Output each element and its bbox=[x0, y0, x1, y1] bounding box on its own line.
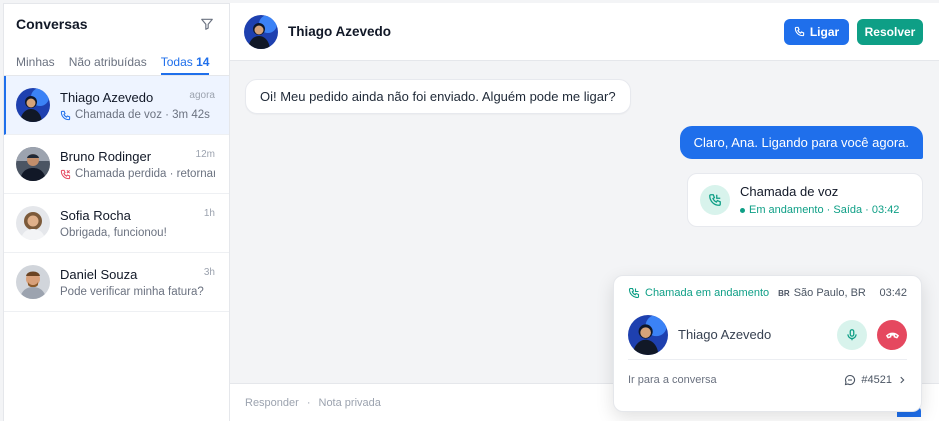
tab-minhas[interactable]: Minhas bbox=[16, 55, 55, 75]
reply-tab[interactable]: Responder bbox=[245, 397, 299, 409]
ticket-link[interactable]: #4521 bbox=[844, 374, 907, 386]
call-status: Chamada em andamento bbox=[645, 287, 770, 299]
call-contact-name: Thiago Azevedo bbox=[678, 327, 772, 342]
status-dot bbox=[740, 207, 745, 213]
active-call-widget: Chamada em andamento BR São Paulo, BR 03… bbox=[613, 275, 922, 412]
tab-todas-label: Todas bbox=[160, 55, 193, 69]
conversation-preview: Chamada de voz · 3m 42s bbox=[75, 109, 210, 121]
tab-nao-atribuidas[interactable]: Não atribuídas bbox=[69, 55, 147, 75]
conversation-tabs: Minhas Não atribuídas Todas 14 bbox=[4, 44, 229, 76]
mute-button[interactable] bbox=[837, 319, 867, 350]
conversation-header: Thiago Azevedo Ligar Resolver bbox=[230, 3, 939, 61]
tab-todas-count: 14 bbox=[196, 55, 210, 69]
avatar bbox=[16, 147, 50, 181]
avatar bbox=[244, 14, 278, 49]
call-button-label: Ligar bbox=[809, 24, 840, 39]
call-card-status: Em andamento · Saída · 03:42 bbox=[749, 204, 900, 216]
go-to-conversation-link[interactable]: Ir para a conversa bbox=[628, 374, 717, 386]
conversation-preview: Obrigada, funcionou! bbox=[60, 227, 167, 239]
microphone-icon bbox=[847, 328, 857, 340]
conversation-preview: Chamada perdida · retornar? bbox=[75, 168, 215, 180]
incoming-message: Oi! Meu pedido ainda não foi enviado. Al… bbox=[245, 79, 631, 114]
phone-icon bbox=[60, 110, 71, 120]
conversation-sidebar: Conversas Minhas Não atribuídas Todas 14… bbox=[3, 3, 230, 421]
avatar bbox=[16, 206, 50, 240]
private-note-tab[interactable]: Nota privada bbox=[319, 397, 381, 409]
hang-up-icon bbox=[885, 332, 899, 339]
conversation-name: Bruno Rodinger bbox=[60, 149, 152, 164]
avatar bbox=[628, 314, 668, 355]
call-timer: 03:42 bbox=[879, 287, 907, 299]
ticket-number: #4521 bbox=[861, 374, 892, 386]
conversation-name: Daniel Souza bbox=[60, 267, 138, 282]
hang-up-button[interactable] bbox=[877, 319, 907, 350]
conversation-time: 12m bbox=[195, 149, 215, 160]
country-code: BR bbox=[778, 288, 790, 298]
filter-icon[interactable] bbox=[199, 16, 215, 32]
call-widget-footer: Ir para a conversa #4521 bbox=[628, 360, 907, 400]
conversation-item-thiago[interactable]: Thiago Azevedo Chamada de voz · 3m 42s a… bbox=[4, 76, 229, 135]
conversation-name: Sofia Rocha bbox=[60, 208, 131, 223]
voice-call-card: Chamada de voz Em andamento · Saída · 03… bbox=[687, 173, 923, 227]
conversation-time: 1h bbox=[203, 208, 215, 219]
conversation-time: 3h bbox=[203, 267, 215, 278]
missed-call-icon bbox=[60, 169, 71, 179]
call-widget-header: Chamada em andamento BR São Paulo, BR 03… bbox=[628, 276, 907, 310]
sidebar-title: Conversas bbox=[16, 16, 88, 32]
chat-bubble-icon bbox=[845, 374, 856, 386]
call-location: BR São Paulo, BR bbox=[778, 287, 866, 299]
composer-separator: · bbox=[306, 396, 311, 409]
call-button[interactable]: Ligar bbox=[784, 18, 849, 45]
resolve-button[interactable]: Resolver bbox=[857, 18, 923, 45]
conversation-item-sofia[interactable]: Sofia Rocha Obrigada, funcionou! 1h bbox=[4, 194, 229, 253]
tab-todas[interactable]: Todas 14 bbox=[160, 55, 210, 75]
call-card-title: Chamada de voz bbox=[740, 184, 839, 199]
sidebar-header: Conversas bbox=[4, 4, 229, 44]
conversation-item-bruno[interactable]: Bruno Rodinger Chamada perdida · retorna… bbox=[4, 135, 229, 194]
conversation-item-daniel[interactable]: Daniel Souza Pode verificar minha fatura… bbox=[4, 253, 229, 312]
chevron-right-icon bbox=[900, 376, 905, 384]
contact-name: Thiago Azevedo bbox=[288, 24, 392, 39]
conversation-time: agora bbox=[189, 90, 215, 101]
phone-icon bbox=[709, 194, 721, 206]
location-text: São Paulo, BR bbox=[793, 287, 866, 299]
phone-icon bbox=[628, 287, 640, 299]
outgoing-message: Claro, Ana. Ligando para você agora. bbox=[679, 126, 923, 159]
phone-icon bbox=[794, 26, 805, 37]
conversation-preview: Pode verificar minha fatura? bbox=[60, 286, 204, 298]
avatar bbox=[16, 88, 50, 122]
call-widget-contact: Thiago Azevedo bbox=[628, 310, 907, 360]
call-icon-circle bbox=[700, 185, 730, 215]
avatar bbox=[16, 265, 50, 299]
